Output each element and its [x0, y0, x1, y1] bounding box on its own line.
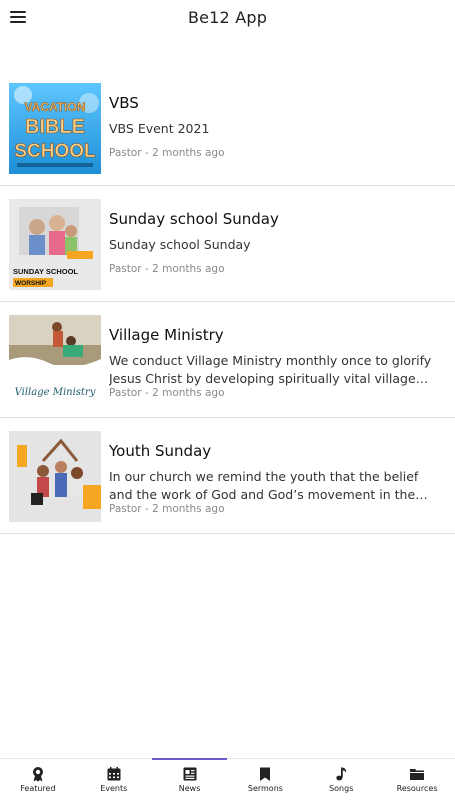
sunday-school-thumb-line1: SUNDAY SCHOOL [13, 267, 78, 276]
item-title: Youth Sunday [109, 442, 212, 460]
nav-label: Sermons [247, 784, 283, 793]
vbs-thumbnail: VACATION BIBLE SCHOOL [9, 83, 101, 174]
nav-songs[interactable]: Songs [303, 759, 379, 800]
item-description: VBS Event 2021 [109, 121, 210, 136]
village-ministry-thumbnail: Village Ministry [9, 315, 101, 406]
award-icon [32, 767, 43, 782]
item-description: Sunday school Sunday [109, 237, 251, 252]
music-note-icon [336, 767, 347, 781]
list-item[interactable]: Youth Sunday In our church we remind the… [0, 418, 455, 534]
nav-news[interactable]: News [151, 758, 228, 800]
item-title: Village Ministry [109, 326, 224, 344]
village-ministry-thumb-text: Village Ministry [15, 387, 96, 398]
item-description: In our church we remind the youth that t… [109, 469, 419, 502]
vbs-thumb-line1: VACATION [25, 100, 86, 114]
list-item[interactable]: VACATION BIBLE SCHOOL VBS VBS Event 2021… [0, 70, 455, 186]
item-meta: Pastor - 2 months ago [109, 503, 225, 515]
nav-label: Events [100, 784, 128, 793]
app-bar: Be12 App [0, 0, 455, 38]
nav-label: Resources [396, 784, 438, 793]
nav-events[interactable]: Events [76, 759, 152, 800]
nav-sermons[interactable]: Sermons [227, 759, 303, 800]
nav-label: Featured [20, 784, 56, 793]
youth-sunday-thumbnail [9, 431, 101, 522]
bottom-nav: Featured Events News Sermons Songs Resou… [0, 758, 455, 800]
newspaper-icon [183, 767, 197, 781]
calendar-icon [107, 767, 121, 781]
folder-icon [410, 769, 425, 780]
sunday-school-thumb-line2: WORSHIP [15, 280, 47, 287]
sunday-school-thumbnail: SUNDAY SCHOOL WORSHIP [9, 199, 101, 290]
item-title: Sunday school Sunday [109, 210, 279, 228]
bookmark-icon [260, 767, 271, 781]
item-description: We conduct Village Ministry monthly once… [109, 353, 432, 386]
app-title: Be12 App [187, 8, 268, 27]
vbs-thumb-line3: SCHOOL [14, 141, 96, 162]
vbs-thumb-line2: BIBLE [25, 116, 85, 138]
list-item[interactable]: SUNDAY SCHOOL WORSHIP Sunday school Sund… [0, 186, 455, 302]
nav-label: Songs [329, 784, 354, 793]
news-list: VACATION BIBLE SCHOOL VBS VBS Event 2021… [0, 70, 455, 534]
nav-resources[interactable]: Resources [379, 759, 455, 800]
item-title: VBS [109, 94, 139, 112]
nav-featured[interactable]: Featured [0, 759, 76, 800]
item-meta: Pastor - 2 months ago [109, 147, 225, 159]
nav-label: News [178, 784, 201, 793]
item-meta: Pastor - 2 months ago [109, 387, 225, 399]
item-meta: Pastor - 2 months ago [109, 263, 225, 275]
list-item[interactable]: Village Ministry Village Ministry We con… [0, 302, 455, 418]
